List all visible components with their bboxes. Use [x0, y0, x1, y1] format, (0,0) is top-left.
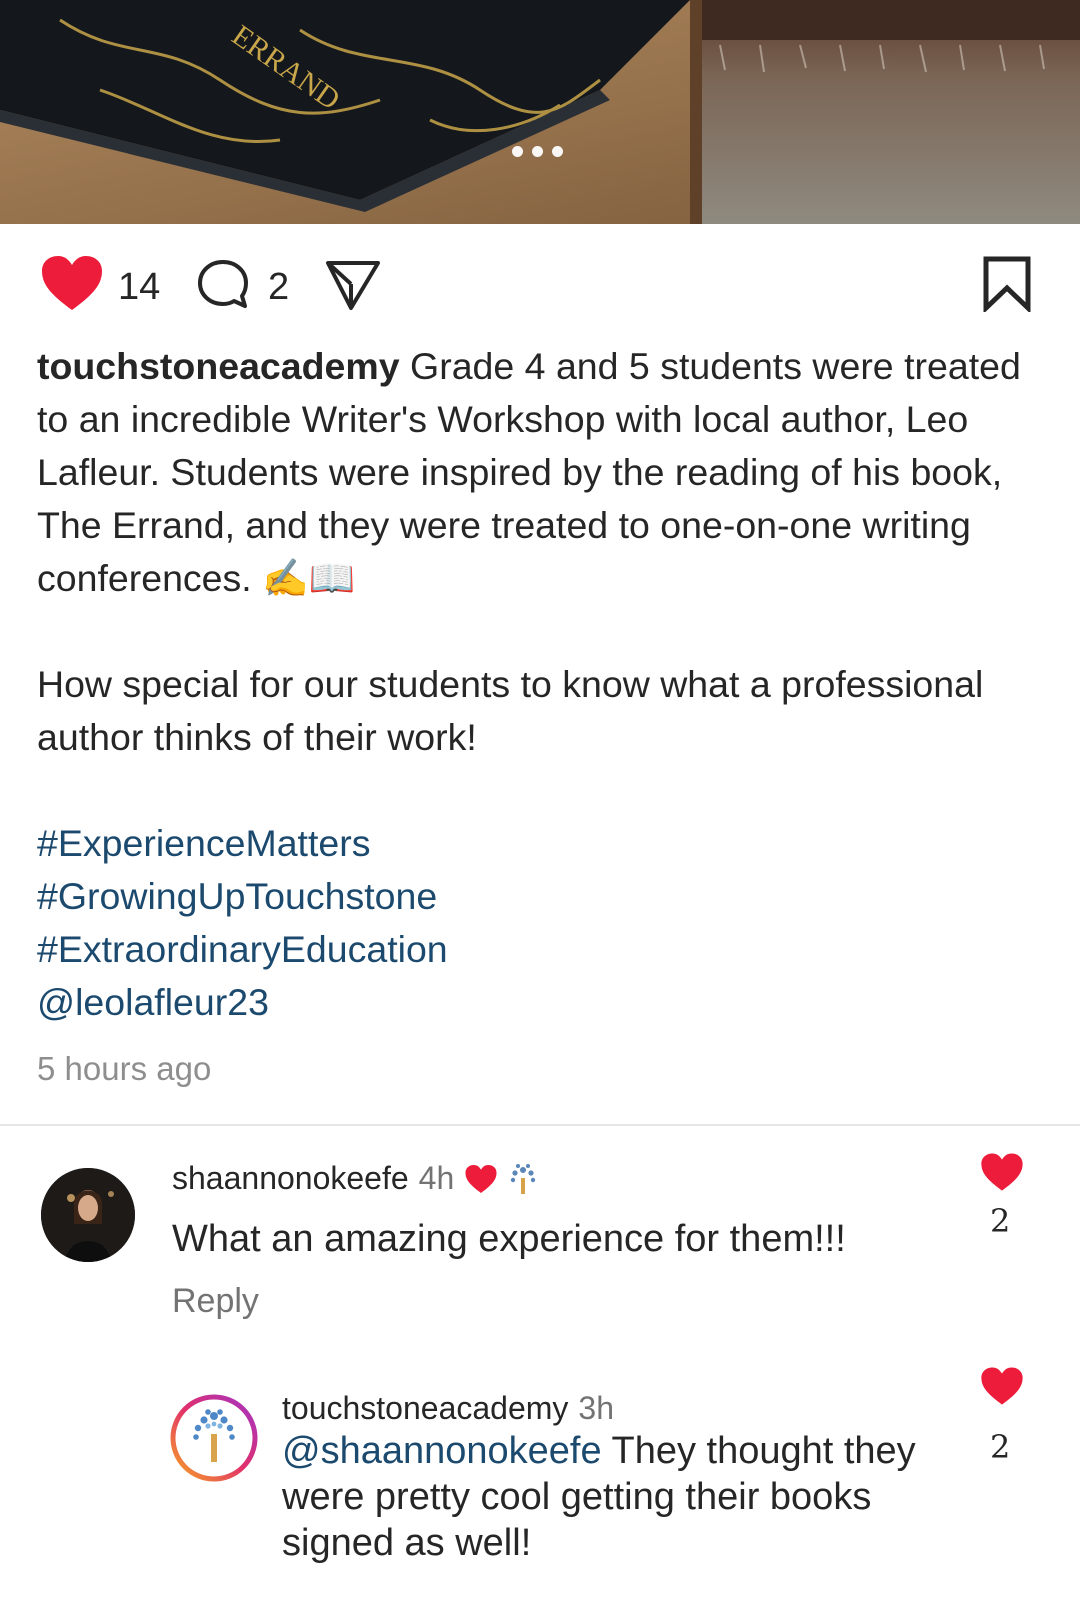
- post-action-bar: 14 2: [0, 250, 1080, 326]
- heart-icon: [42, 256, 102, 310]
- comment-header: touchstoneacademy 3h: [282, 1390, 614, 1427]
- divider: [0, 1124, 1080, 1126]
- comment-like-count: 2: [990, 1428, 1011, 1466]
- photo-artwork: ERRAND: [0, 0, 1080, 224]
- comment-username[interactable]: touchstoneacademy: [282, 1390, 568, 1427]
- post-photo[interactable]: ERRAND: [0, 0, 1080, 224]
- carousel-dot: [512, 145, 523, 157]
- comment-username[interactable]: shaannonokeefe: [172, 1160, 409, 1197]
- like-button[interactable]: [40, 254, 104, 312]
- comment-reply-item: touchstoneacademy 3h @shaannonokeefe The…: [0, 1367, 1080, 1600]
- save-button[interactable]: [982, 256, 1032, 312]
- comment-button[interactable]: [196, 258, 250, 312]
- like-count: 14: [118, 266, 161, 308]
- caption-username[interactable]: touchstoneacademy: [37, 345, 400, 387]
- bookmark-icon: [983, 256, 1031, 312]
- comment-count: 2: [268, 266, 290, 308]
- share-icon: [326, 261, 380, 310]
- author-liked-heart-icon: [465, 1164, 497, 1193]
- carousel-dot: [532, 145, 543, 157]
- post-timestamp: 5 hours ago: [37, 1050, 212, 1087]
- comment-like-count: 2: [990, 1202, 1011, 1240]
- comment-icon: [198, 260, 248, 308]
- carousel-dot: [552, 145, 563, 157]
- caption-paragraph-2: How special for our students to know wha…: [37, 663, 984, 758]
- carousel-dots: [512, 144, 563, 158]
- share-button[interactable]: [324, 258, 382, 312]
- tree-logo-icon: [511, 1163, 536, 1194]
- mention-link[interactable]: @shaannonokeefe: [282, 1430, 602, 1472]
- comment-text: What an amazing experience for them!!!: [172, 1218, 846, 1260]
- hashtag-link[interactable]: #GrowingUpTouchstone: [37, 870, 1047, 923]
- comment-header: shaannonokeefe 4h: [172, 1160, 538, 1197]
- reply-button[interactable]: Reply: [172, 1282, 259, 1321]
- comment-like-heart-icon[interactable]: [980, 1152, 1024, 1192]
- comment-time: 3h: [578, 1390, 614, 1426]
- hashtag-link[interactable]: #ExperienceMatters: [37, 817, 1047, 870]
- mention-link[interactable]: @leolafleur23: [37, 976, 1047, 1029]
- comment-time: 4h: [418, 1160, 455, 1196]
- hashtag-link[interactable]: #ExtraordinaryEducation: [37, 923, 1047, 976]
- avatar-photo: [41, 1168, 135, 1262]
- avatar[interactable]: [170, 1394, 258, 1482]
- comment-like-heart-icon[interactable]: [980, 1366, 1024, 1406]
- avatar[interactable]: [41, 1168, 135, 1262]
- caption-emoji: ✍📖: [262, 557, 356, 599]
- comment-text: @shaannonokeefe They thought they were p…: [282, 1428, 942, 1566]
- tree-logo-icon: [170, 1394, 258, 1482]
- caption-paragraph: touchstoneacademy Grade 4 and 5 students…: [37, 340, 1047, 605]
- post-caption: touchstoneacademy Grade 4 and 5 students…: [37, 340, 1047, 1029]
- comment-item: shaannonokeefe 4h What an amazing experi…: [0, 1153, 1080, 1340]
